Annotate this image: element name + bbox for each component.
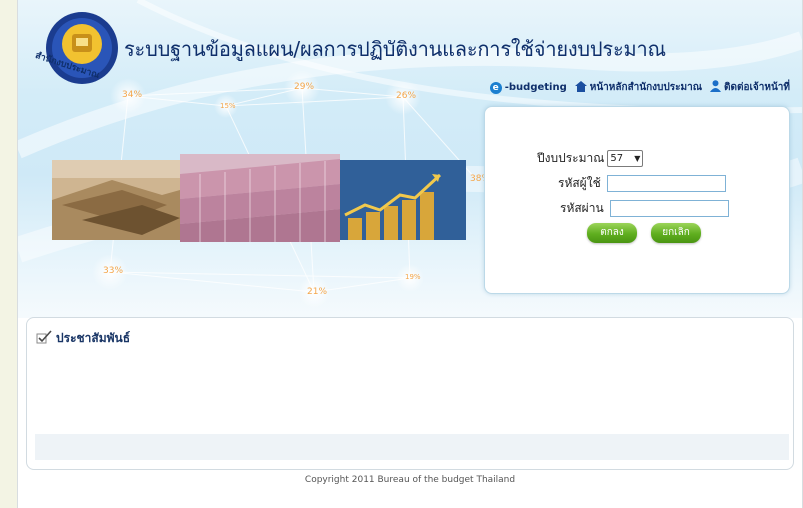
public-relations-header: ประชาสัมพันธ์ [36, 329, 130, 348]
cancel-button[interactable]: ยกเลิก [651, 223, 701, 243]
site-title: ระบบฐานข้อมูลแผน/ผลการปฏิบัติงานและการใช… [124, 37, 666, 61]
percent-label: 34% [122, 90, 143, 100]
percent-label: 33% [103, 266, 124, 276]
ebudgeting-label: -budgeting [504, 82, 567, 93]
percent-label: 21% [307, 287, 328, 297]
chevron-down-icon: ▼ [634, 154, 641, 163]
percent-label: 15% [220, 102, 236, 110]
percent-label: 29% [294, 82, 315, 92]
password-input[interactable] [609, 200, 729, 217]
public-relations-panel: ประชาสัมพันธ์ [26, 317, 794, 470]
public-relations-title: ประชาสัมพันธ์ [56, 331, 131, 345]
contact-link-label: ติดต่อเจ้าหน้าที่ [723, 82, 790, 93]
username-row: รหัสผู้ใช้ [558, 174, 726, 193]
photo-coins-chart [340, 160, 466, 240]
page-frame: 34% 15% 29% 26% 38% 33% 21% 19% สำนักงบป… [17, 0, 803, 508]
username-input[interactable] [606, 175, 726, 192]
e-icon: e [489, 81, 502, 94]
photo-money-stacks [52, 160, 180, 240]
ok-button[interactable]: ตกลง [587, 223, 637, 243]
password-row: รหัสผ่าน [560, 199, 729, 218]
fiscal-year-select[interactable]: 57 ▼ [607, 150, 644, 167]
top-links: e -budgeting หน้าหลักสำนักงบประมาณ ติดต่… [489, 80, 790, 95]
budget-bureau-home-link[interactable]: หน้าหลักสำนักงบประมาณ [574, 80, 702, 95]
banner: 34% 15% 29% 26% 38% 33% 21% 19% สำนักงบป… [18, 0, 802, 318]
username-label: รหัสผู้ใช้ [558, 176, 601, 190]
percent-label: 19% [405, 273, 421, 281]
fiscal-year-label: ปีงบประมาณ [537, 151, 605, 165]
copyright-footer: Copyright 2011 Bureau of the budget Thai… [304, 475, 516, 485]
fiscal-year-value: 57 [610, 153, 624, 164]
home-icon [574, 80, 587, 95]
ebudgeting-link[interactable]: e -budgeting [489, 81, 567, 94]
checkmark-pencil-icon [36, 330, 52, 347]
login-panel: ปีงบประมาณ 57 ▼ รหัสผู้ใช้ รหัสผ่าน ตกลง… [484, 106, 790, 294]
person-icon [709, 80, 721, 95]
photo-banknotes [180, 154, 340, 242]
fiscal-year-row: ปีงบประมาณ 57 ▼ [537, 149, 644, 168]
percent-label: 26% [396, 91, 417, 101]
password-label: รหัสผ่าน [560, 201, 604, 215]
home-link-label: หน้าหลักสำนักงบประมาณ [589, 82, 702, 93]
public-relations-footer-strip [35, 434, 789, 460]
contact-staff-link[interactable]: ติดต่อเจ้าหน้าที่ [709, 80, 790, 95]
